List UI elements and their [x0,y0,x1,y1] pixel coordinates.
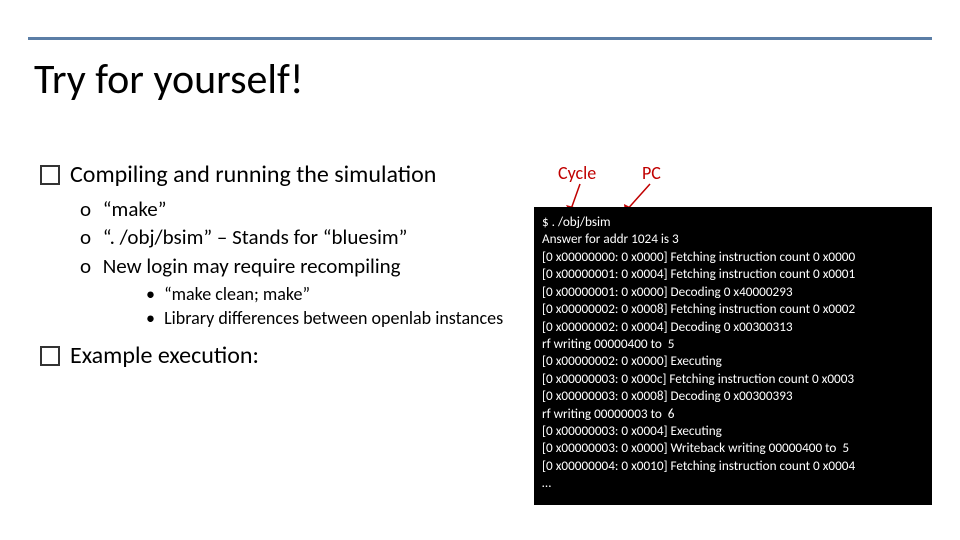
subitem-o3: o New login may require recompiling [80,252,520,280]
slide-top-rule [28,28,932,40]
subsubitem-b2-text: Library differences between openlab inst… [164,307,503,329]
circle-bullet-icon: o [80,252,98,280]
subitem-o1: o “make” [80,195,520,223]
terminal-line: [0 x00000003: 0 x0008] Decoding 0 x00300… [542,387,924,404]
terminal-line: [0 x00000001: 0 x0000] Decoding 0 x40000… [542,283,924,300]
checkbox-bullet-icon [40,346,60,366]
bullet-q2: Example execution: [40,341,520,370]
circle-bullet-icon: o [80,195,98,223]
terminal-line: [0 x00000001: 0 x0004] Fetching instruct… [542,265,924,282]
subsubitem-b2: • Library differences between openlab in… [146,306,520,330]
subsubitem-b1-text: “make clean; make” [164,283,310,305]
terminal-line: Answer for addr 1024 is 3 [542,230,924,247]
sub-sublist-o3: • “make clean; make” • Library differenc… [146,282,520,331]
terminal-line: rf writing 00000003 to 6 [542,405,924,422]
subsubitem-b1: • “make clean; make” [146,282,520,306]
terminal-line: $ . /obj/bsim [542,213,924,230]
subitem-o2: o “. /obj/bsim” – Stands for “bluesim” [80,223,520,251]
slide-body: Compiling and running the simulation o “… [40,160,520,376]
terminal-line: [0 x00000003: 0 x0000] Writeback writing… [542,439,924,456]
terminal-line: … [542,474,924,491]
label-cycle: Cycle [558,162,596,184]
subitem-o2-text: “. /obj/bsim” – Stands for “bluesim” [103,224,408,250]
terminal-line: [0 x00000000: 0 x0000] Fetching instruct… [542,248,924,265]
subitem-o3-text: New login may require recompiling [103,253,401,279]
terminal-line: [0 x00000002: 0 x0008] Fetching instruct… [542,300,924,317]
terminal-line: [0 x00000003: 0 x0004] Executing [542,422,924,439]
terminal-line: rf writing 00000400 to 5 [542,335,924,352]
dot-bullet-icon: • [146,282,160,306]
label-pc: PC [642,162,661,184]
subitem-o1-text: “make” [103,196,167,222]
terminal-output: $ . /obj/bsim Answer for addr 1024 is 3 … [534,207,932,505]
bullet-q2-text: Example execution: [70,341,259,370]
circle-bullet-icon: o [80,223,98,251]
checkbox-bullet-icon [40,165,60,185]
terminal-line: [0 x00000002: 0 x0004] Decoding 0 x00300… [542,318,924,335]
bullet-q1-text: Compiling and running the simulation [70,160,436,189]
terminal-line: [0 x00000003: 0 x000c] Fetching instruct… [542,370,924,387]
bullet-q1: Compiling and running the simulation [40,160,520,189]
terminal-line: [0 x00000004: 0 x0010] Fetching instruct… [542,457,924,474]
dot-bullet-icon: • [146,306,160,330]
sublist-q1: o “make” o “. /obj/bsim” – Stands for “b… [80,195,520,331]
slide-title: Try for yourself! [34,54,304,105]
terminal-line: [0 x00000002: 0 x0000] Executing [542,352,924,369]
